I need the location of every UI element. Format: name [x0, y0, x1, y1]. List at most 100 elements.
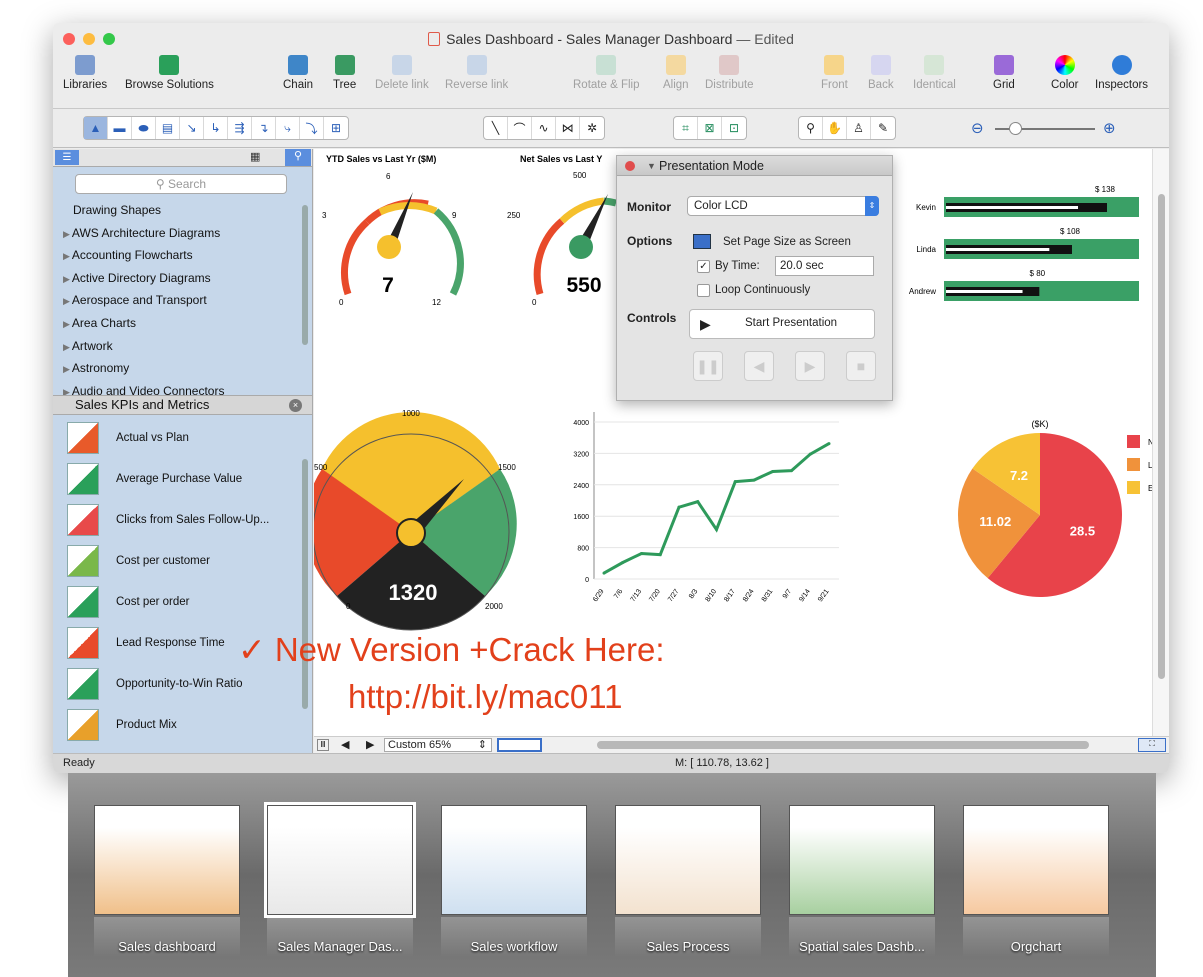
- toolbar-libraries-button[interactable]: Libraries: [63, 55, 107, 91]
- tree-connector-icon[interactable]: ⇶: [228, 117, 252, 139]
- solution-label[interactable]: Sales Manager Das...: [260, 939, 420, 954]
- library-item[interactable]: ▶ Astronomy: [53, 357, 312, 380]
- library-tree-icon[interactable]: ☰: [55, 150, 79, 165]
- eyedropper-tool-icon[interactable]: ✎: [871, 117, 895, 139]
- toolbar-align-button[interactable]: Align: [663, 55, 689, 91]
- kpi-shape-item[interactable]: Actual vs Plan: [53, 417, 312, 458]
- library-item[interactable]: ▶ Area Charts: [53, 312, 312, 335]
- polyline-tool-icon[interactable]: ⋈: [556, 117, 580, 139]
- search-mode-icon[interactable]: ⚲: [285, 149, 311, 166]
- arc-tool-icon[interactable]: ⌒: [508, 117, 532, 139]
- expand-triangle-icon[interactable]: ▶: [63, 364, 70, 374]
- line-tool-icon[interactable]: ╲: [484, 117, 508, 139]
- kpi-scrollbar[interactable]: [302, 459, 308, 709]
- library-item[interactable]: ▶ Artwork: [53, 335, 312, 358]
- kpi-shape-item[interactable]: Cost per customer: [53, 540, 312, 581]
- close-window-button[interactable]: [63, 33, 75, 45]
- select-tool-icon[interactable]: ▲: [84, 117, 108, 139]
- zoom-slider[interactable]: [995, 122, 1095, 135]
- search-input[interactable]: Search: [168, 177, 206, 191]
- fit-page-icon[interactable]: ⛶: [1138, 738, 1166, 752]
- solution-thumbnail[interactable]: [789, 805, 935, 915]
- toolbar-delete-link-button[interactable]: Delete link: [375, 55, 429, 91]
- zoom-slider-knob[interactable]: [1009, 122, 1022, 135]
- toolbar-front-button[interactable]: Front: [821, 55, 848, 91]
- pause-button[interactable]: ❚❚: [693, 351, 723, 381]
- expand-triangle-icon[interactable]: ▶: [63, 387, 70, 395]
- promo-text-line2[interactable]: http://bit.ly/mac011: [348, 678, 623, 716]
- prev-page-icon[interactable]: ◀: [341, 738, 349, 751]
- stop-button[interactable]: ■: [846, 351, 876, 381]
- monitor-select[interactable]: Color LCD ⇕: [687, 196, 879, 216]
- grid-view-icon[interactable]: ▦: [250, 150, 268, 165]
- library-item[interactable]: ▶ AWS Architecture Diagrams: [53, 222, 312, 245]
- kpi-shape-item[interactable]: Cost per order: [53, 581, 312, 622]
- next-page-icon[interactable]: ▶: [366, 738, 374, 751]
- round-connector-icon[interactable]: ↴: [252, 117, 276, 139]
- auto-connector-icon[interactable]: ⤵: [300, 117, 324, 139]
- expand-triangle-icon[interactable]: ▶: [63, 319, 70, 329]
- collapse-triangle-icon[interactable]: ▼: [647, 156, 656, 176]
- curve-tool-icon[interactable]: ∿: [532, 117, 556, 139]
- toolbar-reverse-link-button[interactable]: Reverse link: [445, 55, 508, 91]
- toolbar-rotate-flip-button[interactable]: Rotate & Flip: [573, 55, 639, 91]
- sidebar-scrollbar[interactable]: [302, 205, 308, 345]
- kpi-shape-item[interactable]: Average Purchase Value: [53, 458, 312, 499]
- group-icon[interactable]: ⊠: [698, 117, 722, 139]
- minimize-window-button[interactable]: [83, 33, 95, 45]
- vertical-scrollbar[interactable]: [1152, 149, 1169, 736]
- library-item[interactable]: ▶ Accounting Flowcharts: [53, 244, 312, 267]
- connector-tool-icon[interactable]: ↘: [180, 117, 204, 139]
- arc-connector-icon[interactable]: ⤷: [276, 117, 300, 139]
- zoom-window-button[interactable]: [103, 33, 115, 45]
- loop-checkbox[interactable]: [697, 284, 710, 297]
- library-item[interactable]: ▶ Active Directory Diagrams: [53, 267, 312, 290]
- toolbar-distribute-button[interactable]: Distribute: [705, 55, 754, 91]
- solution-thumbnail[interactable]: [441, 805, 587, 915]
- zoom-in-icon[interactable]: ⊕: [1103, 119, 1116, 137]
- solution-label[interactable]: Spatial sales Dashb...: [782, 939, 942, 954]
- page-tabs-icon[interactable]: [497, 738, 542, 752]
- solution-label[interactable]: Sales workflow: [434, 939, 594, 954]
- zoom-select[interactable]: Custom 65% ⇕: [384, 738, 492, 752]
- by-time-checkbox[interactable]: ✓: [697, 260, 710, 273]
- close-panel-icon[interactable]: [625, 161, 635, 171]
- zoom-tool-icon[interactable]: ⚲: [799, 117, 823, 139]
- solution-thumbnail[interactable]: [615, 805, 761, 915]
- toolbar-back-button[interactable]: Back: [868, 55, 894, 91]
- toolbar-grid-button[interactable]: Grid: [993, 55, 1015, 91]
- zoom-out-icon[interactable]: ⊖: [971, 119, 984, 137]
- kpi-shape-item[interactable]: Clicks from Sales Follow-Up...: [53, 499, 312, 540]
- close-library-icon[interactable]: ×: [289, 399, 302, 412]
- toolbar-chain-button[interactable]: Chain: [283, 55, 313, 91]
- toolbar-color-button[interactable]: Color: [1051, 55, 1078, 91]
- expand-triangle-icon[interactable]: ▶: [63, 229, 70, 239]
- toolbar-inspectors-button[interactable]: Inspectors: [1095, 55, 1148, 91]
- library-item[interactable]: Drawing Shapes: [53, 199, 312, 222]
- solution-thumbnail[interactable]: [94, 805, 240, 915]
- solution-label[interactable]: Sales Process: [608, 939, 768, 954]
- text-tool-icon[interactable]: ▤: [156, 117, 180, 139]
- freehand-tool-icon[interactable]: ✲: [580, 117, 604, 139]
- solution-label[interactable]: Orgchart: [956, 939, 1116, 954]
- start-presentation-button[interactable]: ▶ Start Presentation: [689, 309, 875, 339]
- next-slide-button[interactable]: ▶: [795, 351, 825, 381]
- toolbar-identical-button[interactable]: Identical: [913, 55, 956, 91]
- expand-triangle-icon[interactable]: ▶: [63, 342, 70, 352]
- format-painter-icon[interactable]: ⌗: [674, 117, 698, 139]
- library-item[interactable]: ▶ Aerospace and Transport: [53, 289, 312, 312]
- kpi-shape-item[interactable]: Opportunity-to-Win Ratio: [53, 663, 312, 704]
- toolbar-browse-solutions-button[interactable]: Browse Solutions: [125, 55, 214, 91]
- horizontal-scroll-thumb[interactable]: [597, 741, 1089, 749]
- by-time-field[interactable]: 20.0 sec: [775, 256, 874, 276]
- search-field[interactable]: ⚲ Search: [75, 174, 287, 194]
- solution-thumbnail[interactable]: [963, 805, 1109, 915]
- expand-triangle-icon[interactable]: ▶: [63, 251, 70, 261]
- hand-tool-icon[interactable]: ✋: [823, 117, 847, 139]
- smart-connector-icon[interactable]: ↳: [204, 117, 228, 139]
- ungroup-icon[interactable]: ⊡: [722, 117, 746, 139]
- kpi-shape-item[interactable]: Product Mix: [53, 704, 312, 745]
- solution-thumbnail[interactable]: [264, 802, 416, 918]
- previous-slide-button[interactable]: ◀: [744, 351, 774, 381]
- expand-triangle-icon[interactable]: ▶: [63, 274, 70, 284]
